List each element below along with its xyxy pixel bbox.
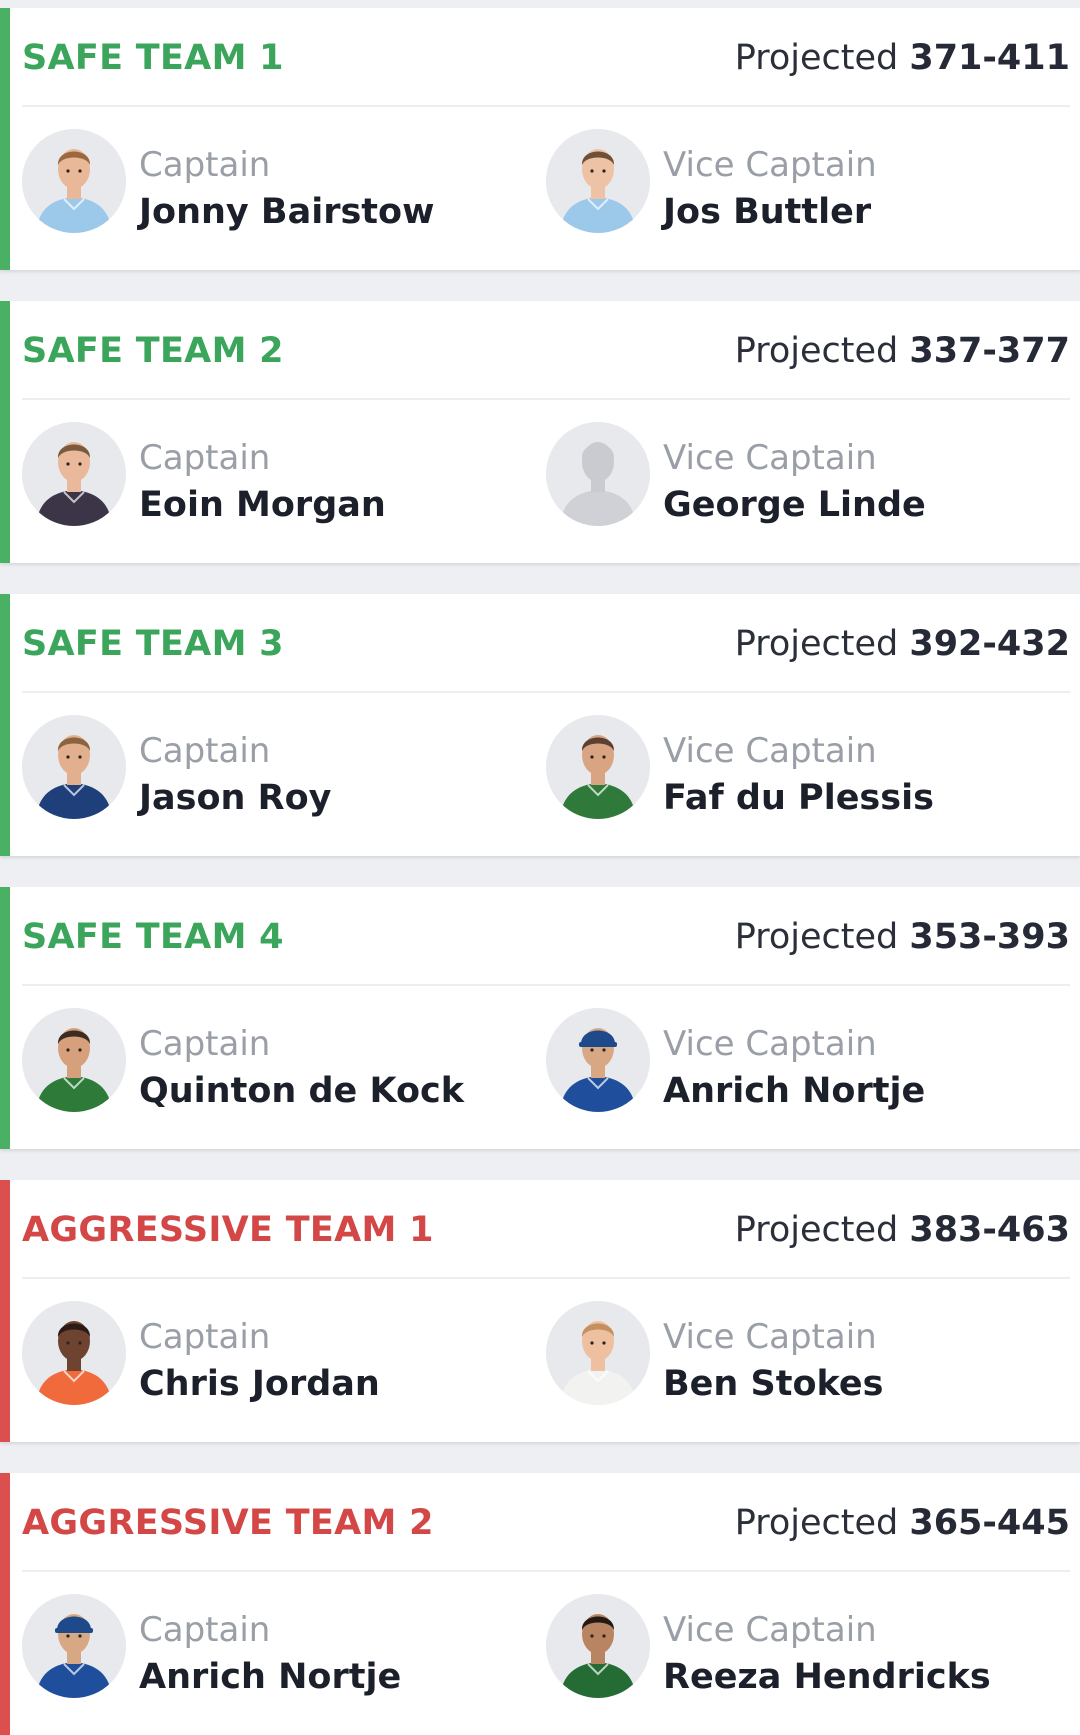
projected-score: Projected 337-377 — [735, 329, 1070, 373]
vice-captain-role-label: Vice Captain — [663, 438, 877, 478]
vice-captain-avatar — [546, 1594, 650, 1698]
projected-score: Projected 353-393 — [735, 915, 1070, 959]
vice-captain-role-label: Vice Captain — [663, 1317, 877, 1357]
projected-range: 353-393 — [909, 917, 1070, 957]
projected-score: Projected 371-411 — [735, 36, 1070, 80]
player-photo — [22, 1594, 126, 1698]
vice-captain-avatar — [546, 1301, 650, 1405]
category-stripe — [0, 8, 10, 270]
team-card[interactable]: SAFE TEAM 1 Projected 371-411 Captain Jo… — [0, 8, 1080, 270]
divider — [22, 1277, 1070, 1279]
player-photo — [546, 1301, 650, 1405]
player-photo — [22, 715, 126, 819]
vice-captain-avatar — [546, 1008, 650, 1112]
divider — [22, 984, 1070, 986]
projected-range: 383-463 — [909, 1210, 1070, 1250]
vice-captain-role-label: Vice Captain — [663, 145, 877, 185]
team-card[interactable]: AGGRESSIVE TEAM 2 Projected 365-445 Capt… — [0, 1473, 1080, 1735]
vice-captain-name: George Linde — [663, 485, 926, 525]
vice-captain-role-label: Vice Captain — [663, 1024, 877, 1064]
team-title: SAFE TEAM 1 — [22, 38, 284, 78]
divider — [22, 1570, 1070, 1572]
divider — [22, 398, 1070, 400]
team-title: AGGRESSIVE TEAM 2 — [22, 1503, 434, 1543]
projected-label: Projected — [734, 1210, 899, 1250]
captain-role-label: Captain — [139, 145, 271, 185]
team-title: AGGRESSIVE TEAM 1 — [22, 1210, 434, 1250]
category-stripe — [0, 594, 10, 856]
player-photo — [546, 715, 650, 819]
projected-score: Projected 392-432 — [735, 622, 1070, 666]
captain-avatar — [22, 1008, 126, 1112]
category-stripe — [0, 1180, 10, 1442]
projected-label: Projected — [734, 38, 899, 78]
vice-captain-avatar — [546, 422, 650, 526]
captain-role-label: Captain — [139, 438, 271, 478]
player-photo — [22, 422, 126, 526]
projected-label: Projected — [734, 331, 899, 371]
captain-avatar — [22, 1594, 126, 1698]
projected-range: 371-411 — [909, 38, 1070, 78]
team-title: SAFE TEAM 2 — [22, 331, 284, 371]
captain-role-label: Captain — [139, 1024, 271, 1064]
category-stripe — [0, 1473, 10, 1735]
captain-name: Eoin Morgan — [139, 485, 386, 525]
player-photo — [546, 129, 650, 233]
team-card[interactable]: SAFE TEAM 2 Projected 337-377 Captain Eo… — [0, 301, 1080, 563]
player-photo — [22, 129, 126, 233]
team-card[interactable]: AGGRESSIVE TEAM 1 Projected 383-463 Capt… — [0, 1180, 1080, 1442]
captain-name: Chris Jordan — [139, 1364, 380, 1404]
projected-label: Projected — [734, 624, 899, 664]
captain-name: Quinton de Kock — [139, 1071, 465, 1111]
captain-avatar — [22, 1301, 126, 1405]
vice-captain-name: Anrich Nortje — [663, 1071, 926, 1111]
projected-range: 365-445 — [909, 1503, 1070, 1543]
captain-avatar — [22, 715, 126, 819]
team-title: SAFE TEAM 3 — [22, 624, 284, 664]
category-stripe — [0, 301, 10, 563]
vice-captain-avatar — [546, 129, 650, 233]
projected-range: 392-432 — [909, 624, 1070, 664]
vice-captain-role-label: Vice Captain — [663, 1610, 877, 1650]
captain-name: Anrich Nortje — [139, 1657, 402, 1697]
player-photo — [22, 1301, 126, 1405]
vice-captain-name: Reeza Hendricks — [663, 1657, 991, 1697]
captain-avatar — [22, 422, 126, 526]
captain-role-label: Captain — [139, 1610, 271, 1650]
divider — [22, 691, 1070, 693]
captain-name: Jonny Bairstow — [139, 192, 435, 232]
placeholder-avatar-icon — [546, 422, 650, 526]
projected-label: Projected — [734, 917, 899, 957]
vice-captain-name: Faf du Plessis — [663, 778, 934, 818]
team-card[interactable]: SAFE TEAM 4 Projected 353-393 Captain Qu… — [0, 887, 1080, 1149]
divider — [22, 105, 1070, 107]
player-photo — [22, 1008, 126, 1112]
player-photo — [546, 1594, 650, 1698]
team-card[interactable]: SAFE TEAM 3 Projected 392-432 Captain Ja… — [0, 594, 1080, 856]
captain-avatar — [22, 129, 126, 233]
vice-captain-avatar — [546, 715, 650, 819]
player-photo — [546, 1008, 650, 1112]
category-stripe — [0, 887, 10, 1149]
captain-role-label: Captain — [139, 731, 271, 771]
vice-captain-role-label: Vice Captain — [663, 731, 877, 771]
vice-captain-name: Ben Stokes — [663, 1364, 884, 1404]
projected-score: Projected 365-445 — [735, 1501, 1070, 1545]
projected-range: 337-377 — [909, 331, 1070, 371]
vice-captain-name: Jos Buttler — [663, 192, 872, 232]
team-title: SAFE TEAM 4 — [22, 917, 284, 957]
projected-label: Projected — [734, 1503, 899, 1543]
captain-name: Jason Roy — [139, 778, 332, 818]
projected-score: Projected 383-463 — [735, 1208, 1070, 1252]
captain-role-label: Captain — [139, 1317, 271, 1357]
